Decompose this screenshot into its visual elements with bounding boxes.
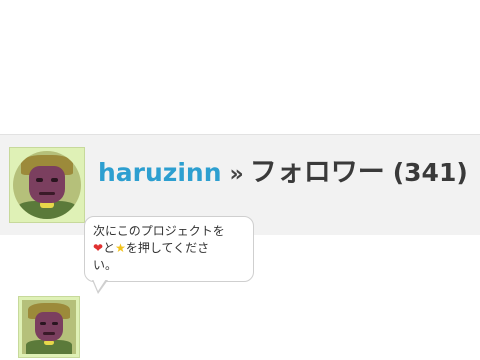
follower-avatar[interactable] (18, 296, 80, 358)
avatar-mouth (38, 191, 56, 195)
follower-count: (341) (392, 158, 468, 187)
profile-avatar[interactable] (9, 147, 85, 223)
message-line-3: い。 (93, 258, 118, 272)
speech-bubble: 次にこのプロジェクトを ❤と★を押してくださ い。 (84, 216, 254, 282)
avatar-eye (51, 178, 58, 183)
blank-area (0, 0, 480, 134)
heart-icon: ❤ (93, 241, 104, 255)
page-name: フォロワー (249, 157, 385, 188)
avatar-eye (36, 178, 43, 183)
avatar-mouth (42, 332, 56, 335)
page-title: haruzinn » フォロワー (341) (98, 150, 468, 188)
star-icon: ★ (115, 241, 126, 255)
avatar-image (13, 151, 81, 219)
message-line-2: ❤と★を押してくださ (93, 241, 210, 255)
avatar-eye (40, 321, 46, 325)
username-link[interactable]: haruzinn (98, 158, 222, 187)
avatar-face (34, 311, 64, 342)
avatar-image (22, 300, 76, 354)
avatar-face (29, 165, 65, 203)
avatar-eye (52, 321, 58, 325)
breadcrumb-separator: » (229, 162, 244, 187)
message-line-1: 次にこのプロジェクトを (93, 224, 225, 238)
speech-bubble-tail-inner (93, 279, 106, 291)
